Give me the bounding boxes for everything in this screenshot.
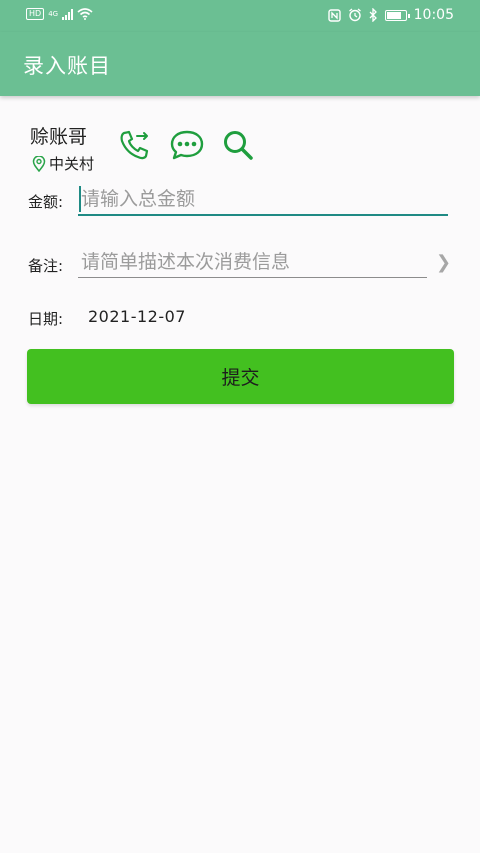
- search-icon[interactable]: [221, 128, 255, 162]
- merchant-location[interactable]: 中关村: [32, 153, 94, 174]
- bluetooth-icon: [369, 8, 377, 22]
- amount-label: 金额:: [28, 193, 64, 211]
- status-left: HD 4G: [26, 8, 93, 20]
- page-title: 录入账目: [23, 54, 111, 78]
- chat-icon[interactable]: [170, 128, 204, 162]
- chevron-right-icon[interactable]: ❯: [436, 252, 451, 273]
- app-bar: 录入账目: [0, 32, 480, 96]
- wifi-icon: [77, 8, 93, 20]
- network-4g-icon: 4G: [48, 10, 59, 18]
- battery-icon: [384, 9, 410, 21]
- submit-button[interactable]: 提交: [27, 349, 454, 404]
- location-label: 中关村: [49, 155, 95, 173]
- date-value[interactable]: 2021-12-07: [88, 307, 186, 326]
- location-pin-icon: [32, 155, 46, 172]
- phone-forward-icon[interactable]: [118, 128, 152, 162]
- hd-icon: HD: [26, 8, 45, 20]
- merchant-name: 赊账哥: [30, 126, 88, 148]
- date-label: 日期:: [28, 310, 64, 328]
- alarm-icon: [348, 8, 361, 22]
- nfc-icon: [327, 8, 341, 22]
- status-bar: HD 4G 10:05: [0, 0, 480, 32]
- status-time: 10:05: [413, 7, 454, 23]
- remark-input[interactable]: [78, 247, 427, 278]
- status-right: 10:05: [327, 7, 454, 23]
- amount-input[interactable]: [78, 183, 448, 216]
- signal-icon: [62, 8, 74, 20]
- text-caret: [79, 186, 81, 212]
- remark-label: 备注:: [28, 257, 64, 275]
